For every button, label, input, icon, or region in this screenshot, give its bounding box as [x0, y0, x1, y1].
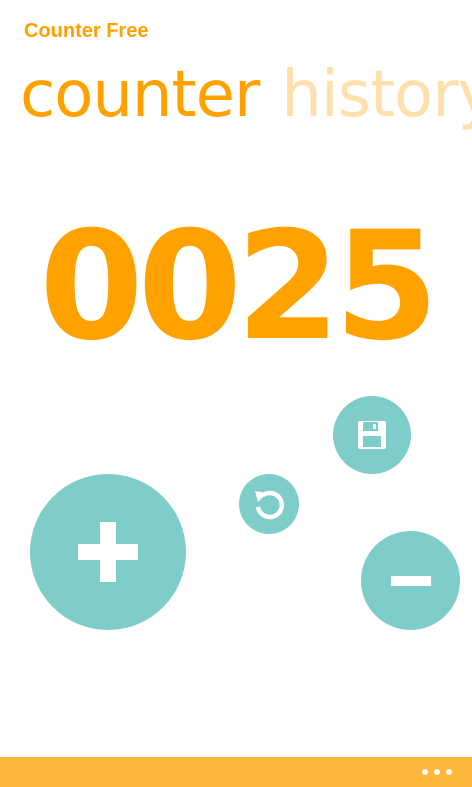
app-title: Counter Free [24, 20, 149, 42]
reset-button[interactable] [239, 474, 299, 534]
ellipsis-icon-dot [446, 769, 452, 775]
pivot-tab-history[interactable]: history [281, 54, 472, 136]
ellipsis-icon-dot [422, 769, 428, 775]
increment-button[interactable] [30, 474, 186, 630]
app-bar [0, 757, 472, 787]
counter-value: 0025 [39, 200, 438, 374]
minus-icon [390, 575, 431, 586]
counter-screen: Counter Free counter history 0025 [0, 0, 472, 787]
decrement-button[interactable] [361, 531, 460, 630]
ellipsis-icon-dot [434, 769, 440, 775]
refresh-icon [255, 490, 285, 520]
pivot-header: counter history [20, 54, 472, 136]
save-button[interactable] [333, 396, 411, 474]
floppy-disk-icon [358, 421, 386, 449]
more-options-button[interactable] [422, 763, 452, 781]
pivot-tab-counter[interactable]: counter [20, 54, 260, 136]
plus-icon [78, 522, 138, 582]
